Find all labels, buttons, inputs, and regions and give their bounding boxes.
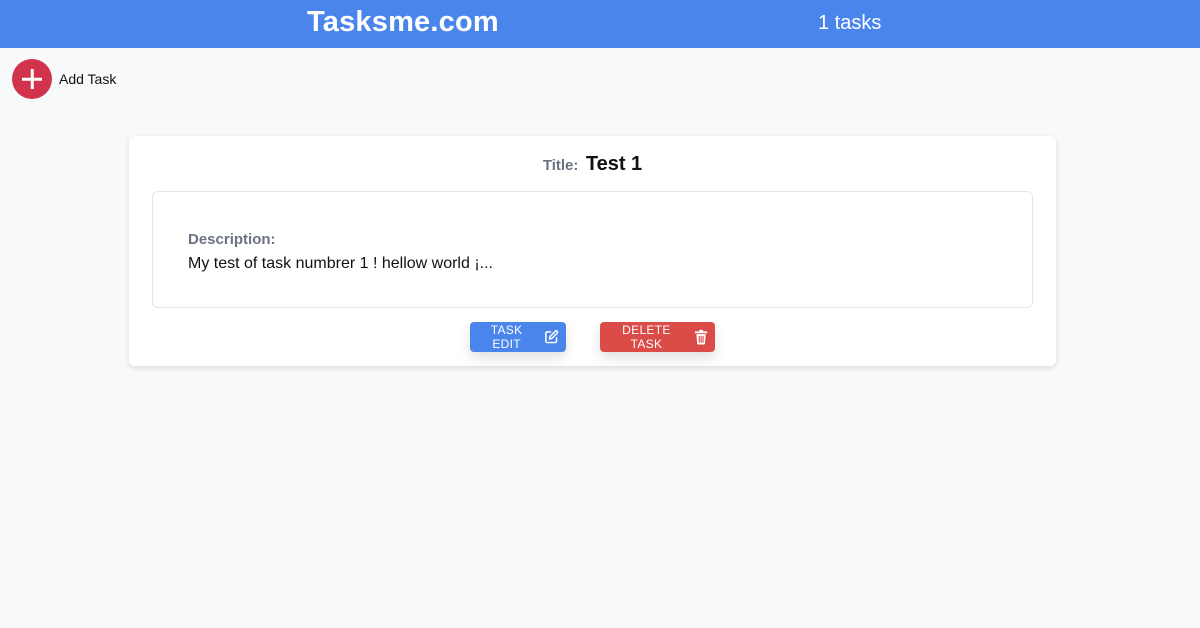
- description-box: Description: My test of task numbrer 1 !…: [152, 191, 1033, 308]
- plus-circle-icon[interactable]: [12, 59, 52, 99]
- task-title: Test 1: [585, 153, 643, 175]
- edit-icon: [545, 330, 559, 344]
- delete-task-label: DELETE TASK: [622, 323, 671, 351]
- add-task-button[interactable]: Add Task: [12, 59, 116, 99]
- task-edit-label: TASK EDIT: [490, 323, 523, 351]
- brand-title[interactable]: Tasksme.com: [307, 6, 499, 39]
- trash-icon: [694, 329, 708, 345]
- description-label: Description:: [188, 231, 276, 248]
- delete-task-button[interactable]: DELETE TASK: [600, 322, 715, 352]
- task-edit-button[interactable]: TASK EDIT: [470, 322, 566, 352]
- task-title-row: Title: Test 1: [129, 153, 1056, 176]
- task-count: 1 tasks: [818, 12, 882, 34]
- top-bar: Tasksme.com 1 tasks: [0, 0, 1200, 48]
- title-label: Title:: [542, 157, 579, 174]
- task-description: My test of task numbrer 1 ! hellow world…: [188, 255, 493, 272]
- task-card: Title: Test 1 Description: My test of ta…: [129, 136, 1056, 366]
- add-task-label[interactable]: Add Task: [59, 71, 116, 87]
